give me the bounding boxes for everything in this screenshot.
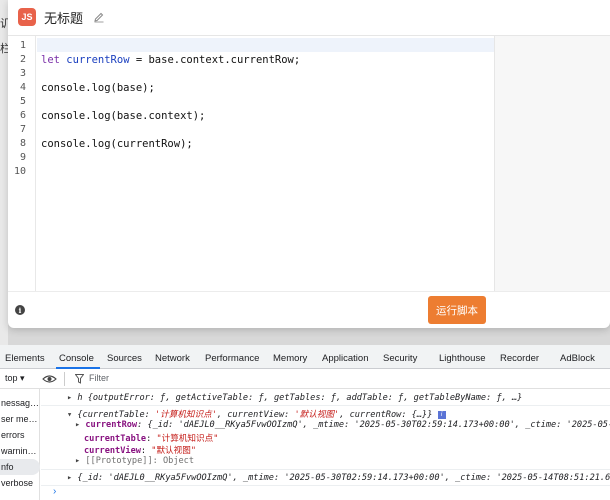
screen: 讥 栏 JS 无标题 1 2 3 4 5 6 7 8 9 10 let curr…	[0, 0, 610, 500]
devtools-tab-bar: Elements Console Sources Network Perform…	[0, 345, 610, 369]
console-string: '默认视图'	[294, 410, 340, 420]
code-line[interactable]: console.log(currentRow);	[41, 138, 193, 150]
script-title[interactable]: 无标题	[44, 8, 83, 27]
line-number: 3	[19, 68, 26, 79]
code-editor[interactable]: 1 2 3 4 5 6 7 8 9 10 let currentRow = ba…	[8, 35, 494, 292]
info-icon: i	[437, 410, 446, 419]
tab-application[interactable]: Application	[322, 353, 368, 364]
devtools-panel: Elements Console Sources Network Perform…	[0, 345, 610, 500]
sidebar-item-warnings[interactable]: warnin…	[0, 443, 40, 459]
console-prompt[interactable]: ›	[53, 486, 56, 497]
console-sidebar: nessag… ser me… errors warnin… nfo verbo…	[0, 389, 40, 500]
console-log-base[interactable]: ▸ h {outputError: ƒ, getActiveTable: ƒ, …	[67, 393, 522, 403]
console-text: : {_id: 'dAEJL0__RKya5FvwOOIzmQ', _mtime…	[137, 420, 610, 430]
code-line[interactable]: console.log(base);	[41, 82, 155, 94]
line-number: 2	[19, 54, 26, 65]
eye-icon[interactable]	[42, 374, 57, 384]
toolbar-divider	[64, 372, 65, 386]
filter-input[interactable]: Filter	[89, 373, 109, 383]
console-text: , currentRow: {…}}	[339, 410, 433, 420]
console-prop-currentview: currentView: "默认视图"	[84, 446, 197, 456]
tab-security[interactable]: Security	[383, 353, 417, 364]
console-toolbar: top ▾ Filter	[0, 369, 610, 389]
code-keyword: let	[41, 54, 60, 66]
row-separator	[41, 485, 610, 486]
console-log-context[interactable]: ▾ {currentTable: '计算机知识点', currentView: …	[67, 408, 446, 420]
dialog-header: JS 无标题	[8, 0, 610, 34]
sidebar-item-user-messages[interactable]: ser me…	[0, 411, 40, 427]
console-log-currentrow[interactable]: ▸ {_id: 'dAEJL0__RKya5FvwOOIzmQ', _mtime…	[67, 473, 610, 483]
output-pane	[494, 35, 610, 291]
tab-adblock[interactable]: AdBlock	[560, 353, 595, 364]
tab-elements[interactable]: Elements	[5, 353, 45, 364]
tab-memory[interactable]: Memory	[273, 353, 307, 364]
filter-icon	[75, 374, 84, 384]
code-text: = base.context.currentRow;	[129, 54, 301, 66]
console-text: h {outputError: ƒ, getActiveTable: ƒ, ge…	[77, 393, 523, 403]
console-prop-currenttable: currentTable: "计算机知识点"	[84, 434, 219, 444]
console-key: currentTable	[84, 434, 147, 444]
tab-sources[interactable]: Sources	[107, 353, 142, 364]
tab-performance[interactable]: Performance	[205, 353, 259, 364]
line-number: 6	[19, 110, 26, 121]
code-line[interactable]: let currentRow = base.context.currentRow…	[41, 54, 300, 66]
script-dialog: JS 无标题 1 2 3 4 5 6 7 8 9 10 let currentR…	[8, 0, 610, 328]
console-string: "默认视图"	[151, 446, 197, 456]
sidebar-item-verbose[interactable]: verbose	[0, 475, 40, 491]
tab-lighthouse[interactable]: Lighthouse	[439, 353, 485, 364]
tab-recorder[interactable]: Recorder	[500, 353, 539, 364]
console-prop-prototype[interactable]: ▸ [[Prototype]]: Object	[75, 456, 194, 466]
dialog-footer: i 运行脚本	[8, 291, 610, 328]
line-number: 1	[19, 40, 26, 51]
edit-pencil-icon[interactable]	[93, 11, 105, 23]
console-key: currentView	[84, 446, 141, 456]
code-variable: currentRow	[66, 54, 130, 66]
console-text: [[Prototype]]: Object	[85, 456, 195, 466]
line-number-gutter: 1 2 3 4 5 6 7 8 9 10	[8, 36, 36, 292]
active-line-highlight	[37, 38, 494, 52]
info-icon[interactable]: i	[15, 305, 25, 315]
console-string: "计算机知识点"	[156, 434, 219, 444]
console-key: currentRow	[85, 420, 138, 430]
sidebar-item-info[interactable]: nfo	[0, 459, 40, 475]
context-selector[interactable]: top ▾	[5, 373, 25, 384]
console-text: , currentView:	[216, 410, 295, 420]
console-text: {currentTable:	[77, 410, 155, 420]
console-text: {_id: 'dAEJL0__RKya5FvwOOIzmQ', _mtime: …	[77, 473, 610, 483]
tab-network[interactable]: Network	[155, 353, 190, 364]
run-script-button[interactable]: 运行脚本	[428, 296, 486, 324]
tab-console[interactable]: Console	[59, 353, 94, 364]
row-separator	[41, 469, 610, 470]
row-separator	[41, 405, 610, 406]
sidebar-item-messages[interactable]: nessag…	[0, 395, 40, 411]
console-output: ▸ h {outputError: ƒ, getActiveTable: ƒ, …	[41, 389, 610, 500]
line-number: 9	[19, 152, 26, 163]
line-number: 5	[19, 96, 26, 107]
console-string: '计算机知识点'	[154, 410, 217, 420]
js-badge-icon: JS	[18, 8, 36, 26]
line-number: 10	[13, 166, 26, 177]
line-number: 4	[19, 82, 26, 93]
line-number: 8	[19, 138, 26, 149]
line-number: 7	[19, 124, 26, 135]
console-prop-currentrow[interactable]: ▸ currentRow: {_id: 'dAEJL0__RKya5FvwOOI…	[75, 420, 610, 430]
code-line[interactable]: console.log(base.context);	[41, 110, 205, 122]
sidebar-item-errors[interactable]: errors	[0, 427, 40, 443]
